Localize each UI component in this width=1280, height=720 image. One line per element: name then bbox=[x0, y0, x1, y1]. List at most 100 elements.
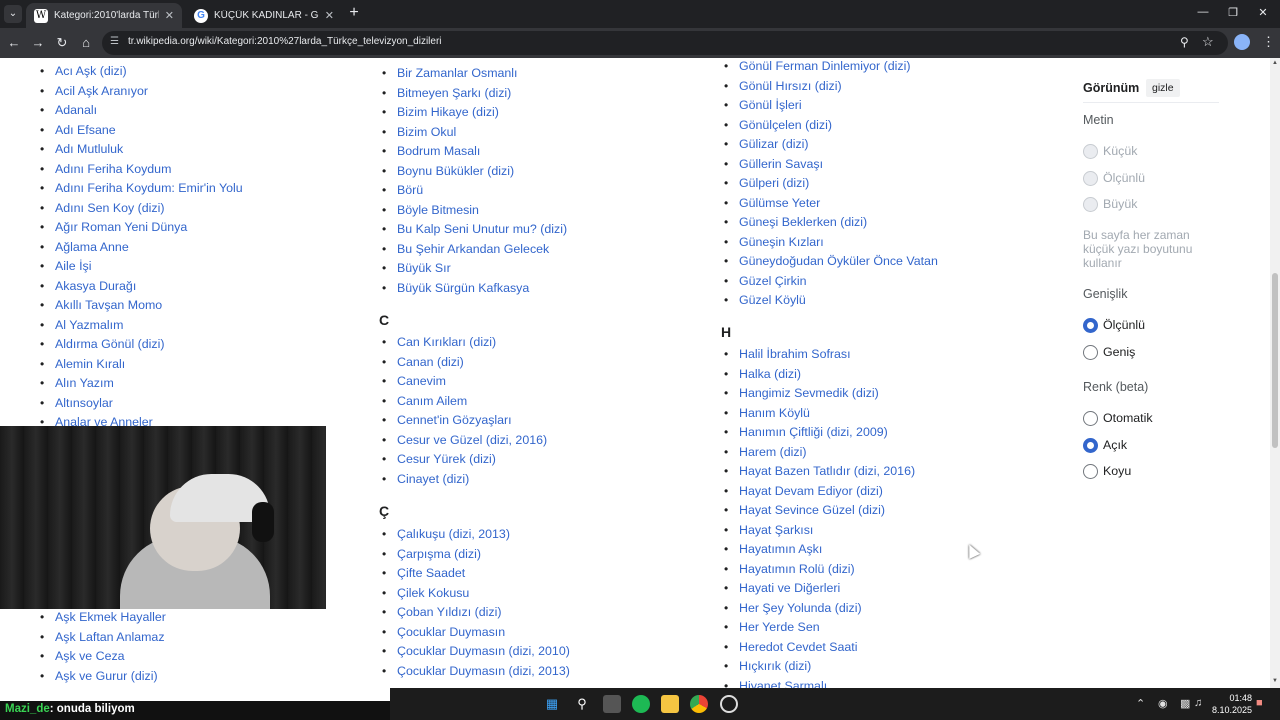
category-link[interactable]: Büyük Sürgün Kafkasya bbox=[382, 281, 529, 301]
category-link[interactable]: Acı Aşk (dizi) bbox=[40, 64, 127, 84]
category-link[interactable]: Boynu Bükükler (dizi) bbox=[382, 164, 514, 184]
category-link[interactable]: Güneydoğudan Öyküler Önce Vatan bbox=[724, 254, 938, 274]
category-link[interactable]: Hangimiz Sevmedik (dizi) bbox=[724, 386, 879, 406]
category-link[interactable]: Alemin Kıralı bbox=[40, 357, 125, 377]
site-info-icon[interactable]: ☰ bbox=[110, 36, 119, 47]
category-link[interactable]: Adını Feriha Koydum bbox=[40, 162, 171, 182]
category-link[interactable]: Böyle Bitmesin bbox=[382, 203, 479, 223]
radio-icon[interactable] bbox=[1083, 410, 1098, 426]
tab-search-icon[interactable]: ⌄ bbox=[4, 5, 22, 23]
category-link[interactable]: Gülperi (dizi) bbox=[724, 176, 809, 196]
category-link[interactable]: Güllerin Savaşı bbox=[724, 157, 823, 177]
category-link[interactable]: Can Kırıkları (dizi) bbox=[382, 335, 496, 355]
category-link[interactable]: Aile İşi bbox=[40, 259, 91, 279]
scrollbar-thumb[interactable] bbox=[1272, 273, 1278, 448]
other-app-icon[interactable] bbox=[720, 695, 738, 713]
category-link[interactable]: Her Yerde Sen bbox=[724, 620, 820, 640]
category-link[interactable]: Hiyanet Sarmalı bbox=[724, 679, 827, 689]
radio-icon[interactable] bbox=[1083, 344, 1098, 360]
category-link[interactable]: Bizim Hikaye (dizi) bbox=[382, 105, 499, 125]
category-link[interactable]: Harem (dizi) bbox=[724, 445, 807, 465]
category-link[interactable]: Güneşin Kızları bbox=[724, 235, 824, 255]
task-view-icon[interactable] bbox=[603, 695, 621, 713]
category-link[interactable]: Çalıkuşu (dizi, 2013) bbox=[382, 527, 510, 547]
zoom-icon[interactable]: ⚲ bbox=[1180, 35, 1189, 49]
page-scrollbar[interactable]: ▲ ▼ bbox=[1270, 58, 1280, 688]
category-link[interactable]: Adını Feriha Koydum: Emir'in Yolu bbox=[40, 181, 243, 201]
category-link[interactable]: Çocuklar Duymasın (dizi, 2013) bbox=[382, 664, 570, 684]
category-link[interactable]: Hıçkırık (dizi) bbox=[724, 659, 811, 679]
menu-kebab-icon[interactable]: ⋮ bbox=[1262, 34, 1275, 50]
profile-avatar[interactable] bbox=[1234, 34, 1250, 50]
category-link[interactable]: Bu Şehir Arkandan Gelecek bbox=[382, 242, 549, 262]
tray-chevron-icon[interactable]: ⌃ bbox=[1136, 697, 1145, 710]
category-link[interactable]: Aşk Laftan Anlamaz bbox=[40, 630, 164, 650]
category-link[interactable]: Aldırma Gönül (dizi) bbox=[40, 337, 165, 357]
network-icon[interactable]: ▩ bbox=[1180, 697, 1190, 710]
category-link[interactable]: Heredot Cevdet Saati bbox=[724, 640, 858, 660]
category-link[interactable]: Hayat Devam Ediyor (dizi) bbox=[724, 484, 883, 504]
category-link[interactable]: Adanalı bbox=[40, 103, 97, 123]
chrome-icon[interactable] bbox=[690, 695, 708, 713]
category-link[interactable]: Her Şey Yolunda (dizi) bbox=[724, 601, 862, 621]
forward-icon[interactable]: → bbox=[30, 35, 46, 51]
restore-icon[interactable]: ❐ bbox=[1226, 6, 1240, 19]
radio-selected-icon[interactable] bbox=[1083, 437, 1098, 453]
category-link[interactable]: Ağır Roman Yeni Dünya bbox=[40, 220, 187, 240]
category-link[interactable]: Hanımın Çiftliği (dizi, 2009) bbox=[724, 425, 888, 445]
category-link[interactable]: Gülizar (dizi) bbox=[724, 137, 808, 157]
reload-icon[interactable]: ↻ bbox=[54, 35, 70, 51]
category-link[interactable]: Alın Yazım bbox=[40, 376, 114, 396]
search-icon[interactable]: ⚲ bbox=[573, 695, 591, 713]
category-link[interactable]: Ağlama Anne bbox=[40, 240, 129, 260]
url-text[interactable]: tr.wikipedia.org/wiki/Kategori:2010%27la… bbox=[128, 36, 442, 47]
category-link[interactable]: Bitmeyen Şarkı (dizi) bbox=[382, 86, 511, 106]
color-option-auto[interactable]: Otomatik bbox=[1083, 410, 1153, 426]
category-link[interactable]: Gönülçelen (dizi) bbox=[724, 118, 832, 138]
category-link[interactable]: Aşk Ekmek Hayaller bbox=[40, 610, 166, 630]
category-link[interactable]: Altınsoylar bbox=[40, 396, 113, 416]
category-link[interactable]: Gönül Hırsızı (dizi) bbox=[724, 79, 842, 99]
category-link[interactable]: Çilek Kokusu bbox=[382, 586, 469, 606]
category-link[interactable]: Aşk ve Ceza bbox=[40, 649, 124, 669]
category-link[interactable]: Bu Kalp Seni Unutur mu? (dizi) bbox=[382, 222, 567, 242]
category-link[interactable]: Büyük Sır bbox=[382, 261, 451, 281]
radio-selected-icon[interactable] bbox=[1083, 317, 1098, 333]
radio-icon[interactable] bbox=[1083, 463, 1098, 479]
spotify-icon[interactable] bbox=[632, 695, 650, 713]
minimize-icon[interactable]: — bbox=[1196, 6, 1210, 18]
category-link[interactable]: Gülümse Yeter bbox=[724, 196, 820, 216]
category-link[interactable]: Acil Aşk Aranıyor bbox=[40, 84, 148, 104]
back-icon[interactable]: ← bbox=[6, 35, 22, 51]
bookmark-star-icon[interactable]: ☆ bbox=[1202, 34, 1214, 50]
category-link[interactable]: Çoban Yıldızı (dizi) bbox=[382, 605, 502, 625]
category-link[interactable]: Canan (dizi) bbox=[382, 355, 464, 375]
notification-bell-icon[interactable]: ■ bbox=[1256, 697, 1263, 709]
tab-wikipedia[interactable]: W Kategori:2010'larda Türkçe tele ✕ bbox=[26, 3, 182, 28]
new-tab-button[interactable]: + bbox=[346, 5, 362, 21]
scroll-down-icon[interactable]: ▼ bbox=[1271, 678, 1279, 684]
category-link[interactable]: Çocuklar Duymasın bbox=[382, 625, 505, 645]
category-link[interactable]: Halil İbrahim Sofrası bbox=[724, 347, 851, 367]
home-icon[interactable]: ⌂ bbox=[78, 35, 94, 51]
category-link[interactable]: Canım Ailem bbox=[382, 394, 467, 414]
width-option-wide[interactable]: Geniş bbox=[1083, 344, 1135, 360]
category-link[interactable]: Hayat Bazen Tatlıdır (dizi, 2016) bbox=[724, 464, 915, 484]
hide-button[interactable]: gizle bbox=[1146, 79, 1180, 97]
category-link[interactable]: Gönül İşleri bbox=[724, 98, 802, 118]
color-option-light[interactable]: Açık bbox=[1083, 437, 1127, 453]
scroll-up-icon[interactable]: ▲ bbox=[1271, 60, 1279, 66]
category-link[interactable]: Halka (dizi) bbox=[724, 367, 801, 387]
category-link[interactable]: Çarpışma (dizi) bbox=[382, 547, 481, 567]
category-link[interactable]: Bodrum Masalı bbox=[382, 144, 480, 164]
category-link[interactable]: Çocuklar Duymasın (dizi, 2010) bbox=[382, 644, 570, 664]
file-explorer-icon[interactable] bbox=[661, 695, 679, 713]
windows-start-icon[interactable]: ▦ bbox=[543, 695, 561, 713]
category-link[interactable]: Adı Efsane bbox=[40, 123, 116, 143]
category-link[interactable]: Gönül Ferman Dinlemiyor (dizi) bbox=[724, 59, 910, 79]
category-link[interactable]: Güneşi Beklerken (dizi) bbox=[724, 215, 867, 235]
category-link[interactable]: Akasya Durağı bbox=[40, 279, 136, 299]
tab-google[interactable]: G KÜÇÜK KADINLAR - Google'da ✕ bbox=[186, 3, 342, 28]
category-link[interactable]: Hayat Şarkısı bbox=[724, 523, 813, 543]
width-option-standard[interactable]: Ölçünlü bbox=[1083, 317, 1145, 333]
